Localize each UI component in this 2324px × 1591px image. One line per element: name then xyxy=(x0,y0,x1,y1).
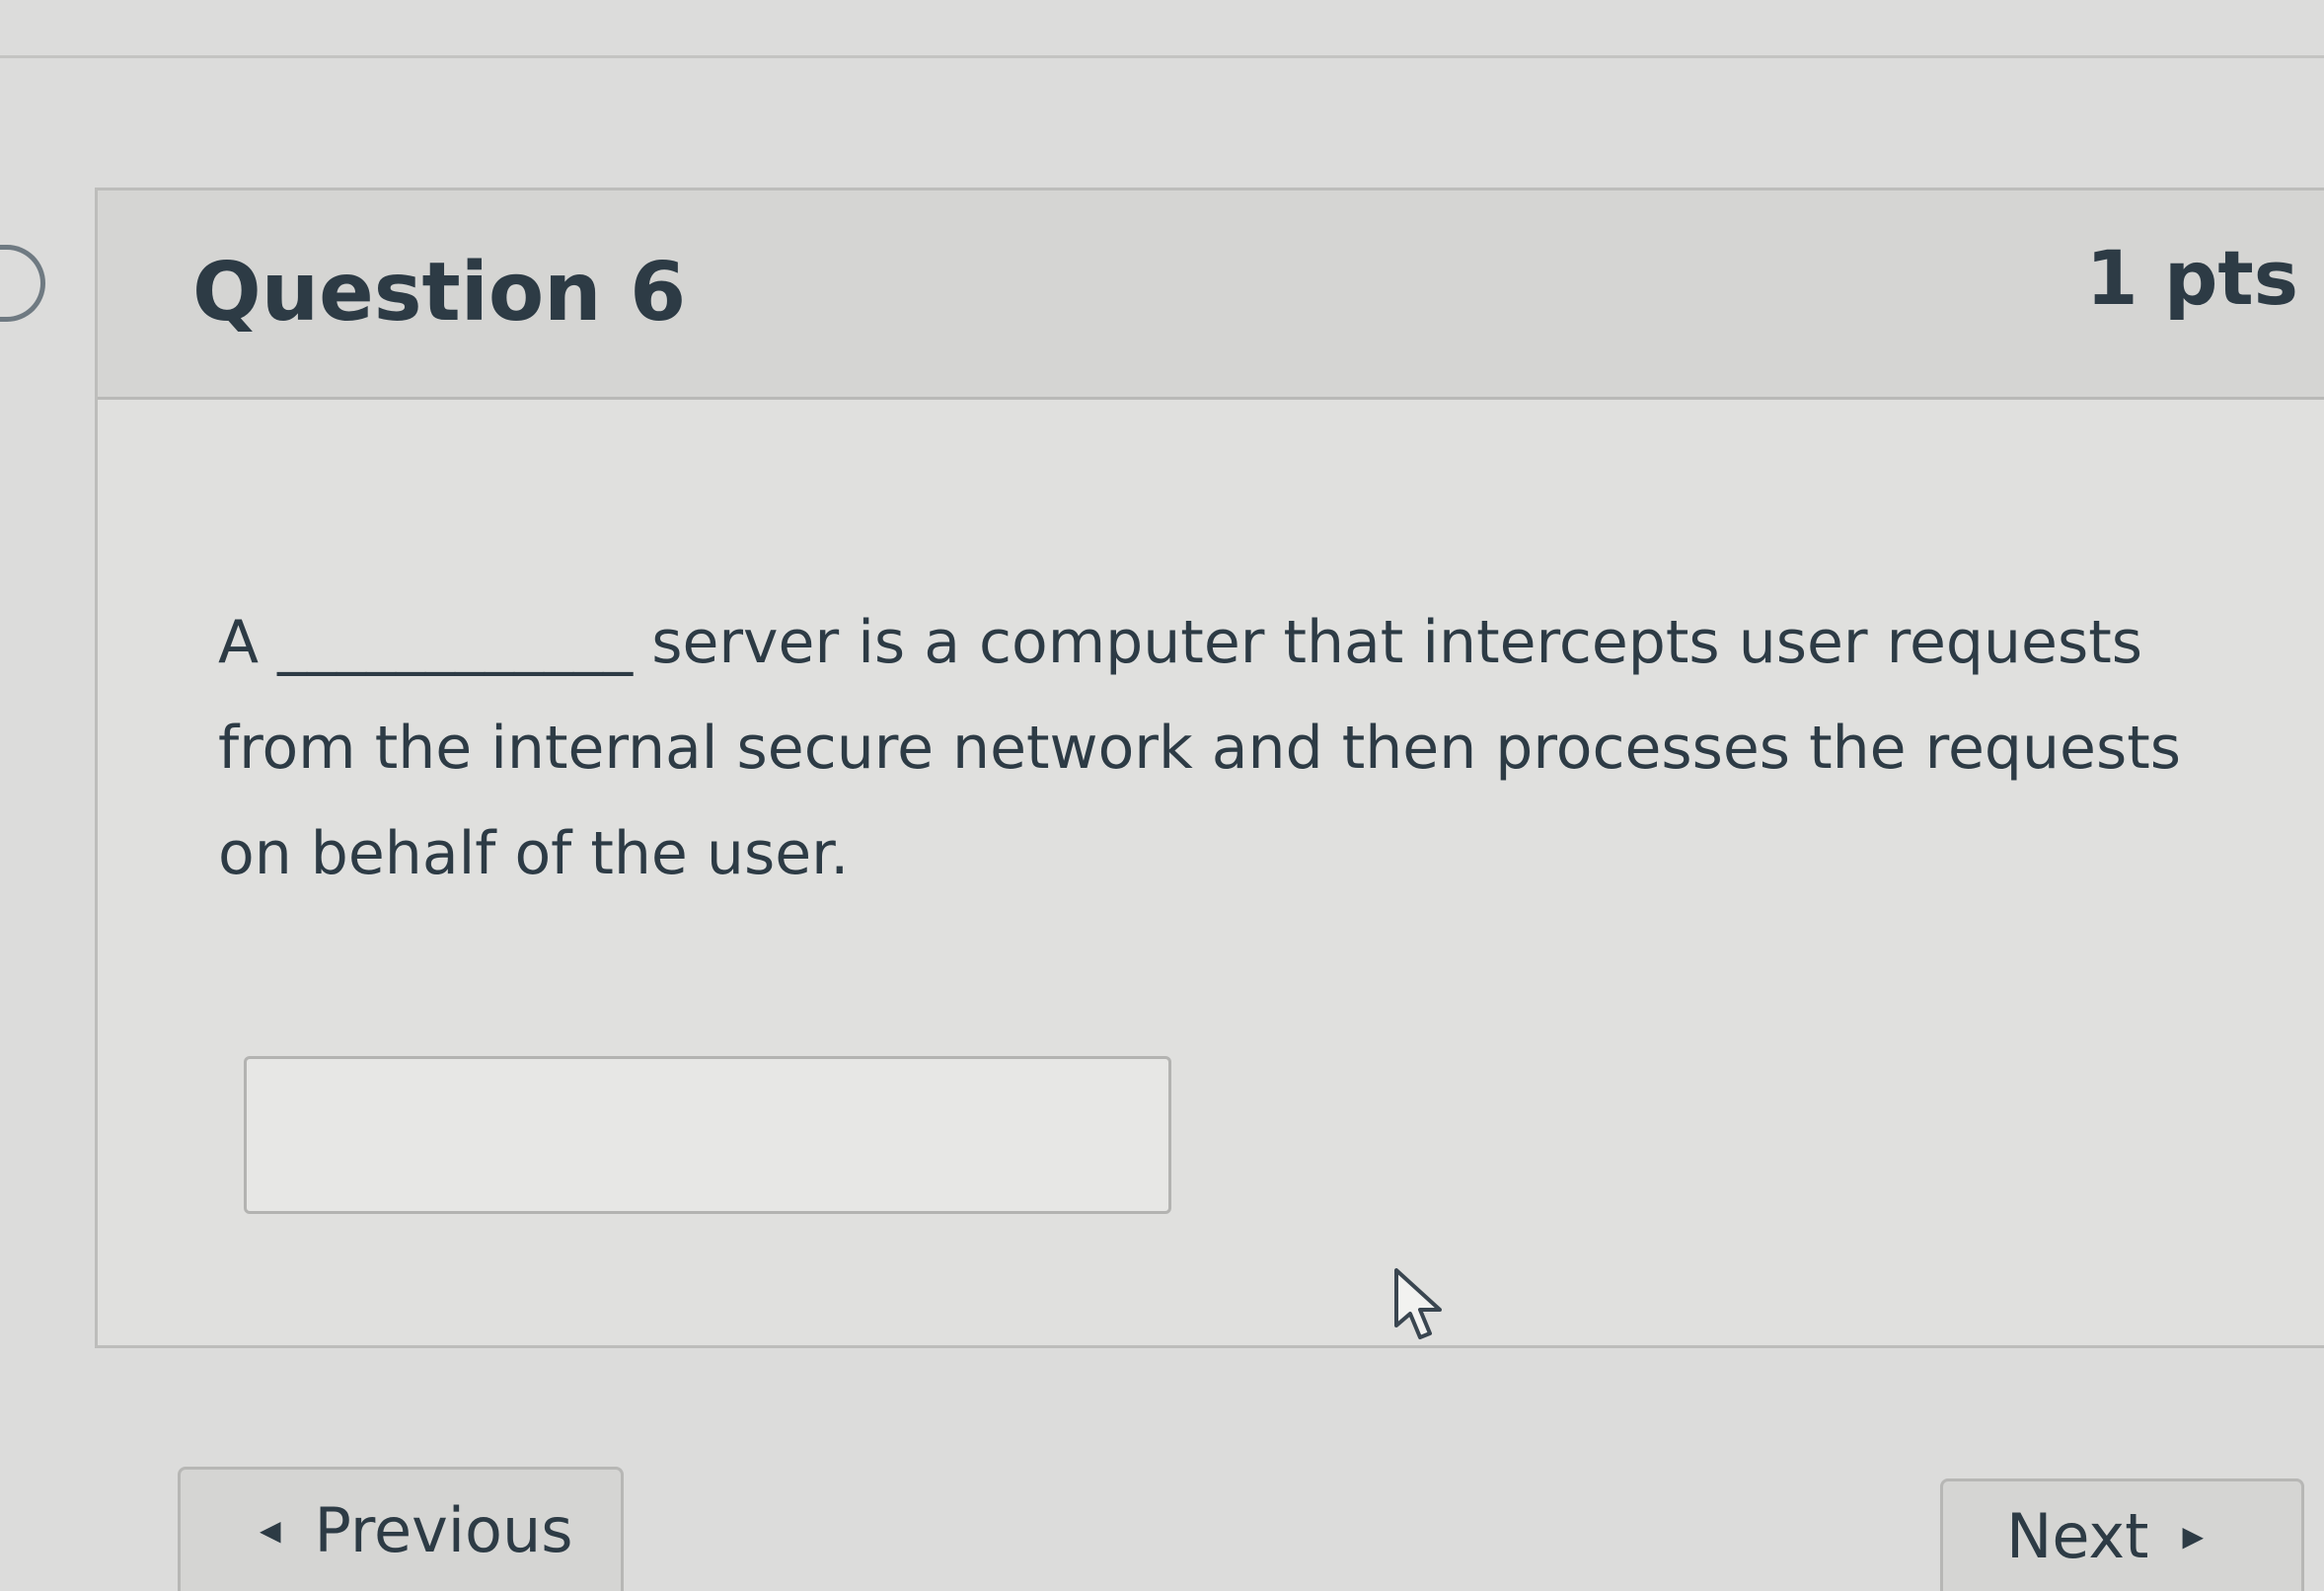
answer-input[interactable] xyxy=(244,1056,1171,1214)
mouse-pointer-icon xyxy=(1394,1268,1442,1339)
question-title: Question 6 xyxy=(192,246,687,340)
question-text: A ____________ server is a computer that… xyxy=(218,608,2181,888)
caret-right-icon: ▶ xyxy=(2182,1520,2204,1553)
next-label: Next xyxy=(2006,1500,2149,1572)
question-points: 1 pts xyxy=(2085,234,2298,322)
caret-left-icon: ◀ xyxy=(260,1514,281,1547)
next-button[interactable]: Next ▶ xyxy=(1940,1478,2304,1591)
question-card: Question 6 1 pts A ____________ server i… xyxy=(95,188,2324,1348)
question-header: Question 6 1 pts xyxy=(98,190,2324,400)
flag-question-icon[interactable] xyxy=(0,245,45,322)
previous-button[interactable]: ◀ Previous xyxy=(178,1467,624,1591)
previous-label: Previous xyxy=(314,1494,573,1566)
top-divider xyxy=(0,55,2324,58)
